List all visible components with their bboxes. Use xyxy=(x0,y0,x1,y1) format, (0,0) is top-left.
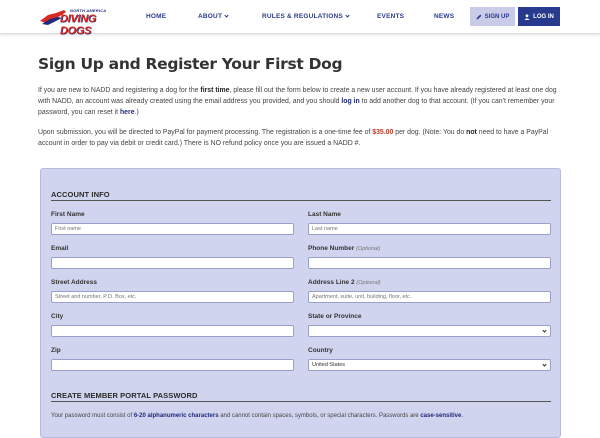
account-info-heading: ACCOUNT INFO xyxy=(51,190,110,199)
site-logo[interactable]: NORTH AMERICA DIVING DOGS xyxy=(38,6,130,37)
intro-first-time: first time xyxy=(200,87,230,94)
street-address-label: Street Address xyxy=(51,279,97,286)
email-label: Email xyxy=(51,245,69,252)
registration-form: ACCOUNT INFO First Name Last Name Email … xyxy=(40,168,561,438)
top-navigation: NORTH AMERICA DIVING DOGS HOME ABOUT RUL… xyxy=(0,0,600,37)
country-label: Country xyxy=(308,347,333,354)
section-divider xyxy=(51,401,551,402)
chevron-down-icon xyxy=(542,362,547,367)
chevron-down-icon xyxy=(542,328,547,333)
country-select-value: United States xyxy=(312,362,346,368)
nav-rules[interactable]: RULES & REGULATIONS xyxy=(262,13,350,20)
address-line-2-field[interactable] xyxy=(308,291,551,303)
payment-text-2: per dog. (Note: You do xyxy=(393,129,467,136)
address-line-2-label: Address Line 2 (Optional) xyxy=(308,279,381,286)
password-note-length: 6-20 alphanumeric characters xyxy=(133,413,219,419)
state-select[interactable] xyxy=(308,325,551,337)
intro-paragraph: If you are new to NADD and registering a… xyxy=(38,85,560,118)
intro-text-1: If you are new to NADD and registering a… xyxy=(38,87,201,94)
first-name-label: First Name xyxy=(51,211,85,218)
chevron-down-icon xyxy=(224,13,229,18)
payment-text-1: Upon submission, you will be directed to… xyxy=(38,129,373,136)
user-icon xyxy=(524,13,530,20)
phone-optional: (Optional) xyxy=(356,246,381,252)
phone-label-text: Phone Number xyxy=(308,245,355,252)
country-select[interactable]: United States xyxy=(308,359,551,371)
password-note-text-1: Your password must consist of xyxy=(51,413,134,419)
nav-home[interactable]: HOME xyxy=(146,13,166,20)
zip-label: Zip xyxy=(51,347,61,354)
address-line-2-optional: (Optional) xyxy=(356,280,381,286)
last-name-field[interactable] xyxy=(308,223,551,235)
password-note-text-3: . xyxy=(461,413,464,419)
log-in-button[interactable]: LOG IN xyxy=(518,7,560,26)
section-divider xyxy=(51,200,551,201)
nav-about-label: ABOUT xyxy=(198,13,223,20)
phone-label: Phone Number (Optional) xyxy=(308,245,380,252)
logo-big-text: DIVING DOGS xyxy=(60,13,97,37)
nav-news[interactable]: NEWS xyxy=(434,13,454,20)
intro-text-4: .) xyxy=(134,109,139,116)
password-requirements: Your password must consist of 6-20 alpha… xyxy=(51,413,463,419)
chevron-down-icon xyxy=(345,13,350,18)
log-in-label: LOG IN xyxy=(533,13,554,20)
nav-about[interactable]: ABOUT xyxy=(198,13,229,20)
nav-rules-label: RULES & REGULATIONS xyxy=(262,13,343,20)
password-heading: CREATE MEMBER PORTAL PASSWORD xyxy=(51,391,198,400)
page-title: Sign Up and Register Your First Dog xyxy=(38,55,343,73)
payment-not: not xyxy=(466,129,477,136)
pencil-icon xyxy=(476,14,482,19)
zip-field[interactable] xyxy=(51,359,294,371)
email-field[interactable] xyxy=(51,257,294,269)
first-name-field[interactable] xyxy=(51,223,294,235)
street-address-field[interactable] xyxy=(51,291,294,303)
sign-up-button[interactable]: SIGN UP xyxy=(470,7,515,26)
last-name-label: Last Name xyxy=(308,211,341,218)
city-field[interactable] xyxy=(51,325,294,337)
address-line-2-label-text: Address Line 2 xyxy=(308,279,355,286)
nav-events[interactable]: EVENTS xyxy=(377,13,404,20)
password-note-case: case-sensitive xyxy=(420,413,462,419)
sign-up-label: SIGN UP xyxy=(484,13,510,20)
reset-password-link[interactable]: here xyxy=(120,109,135,116)
city-label: City xyxy=(51,313,64,320)
payment-paragraph: Upon submission, you will be directed to… xyxy=(38,127,560,149)
password-note-text-2: and cannot contain spaces, symbols, or s… xyxy=(218,413,421,419)
state-label: State or Province xyxy=(308,313,362,320)
log-in-link[interactable]: log in xyxy=(341,98,359,105)
registration-fee: $35.00 xyxy=(372,129,394,136)
phone-field[interactable] xyxy=(308,257,551,269)
